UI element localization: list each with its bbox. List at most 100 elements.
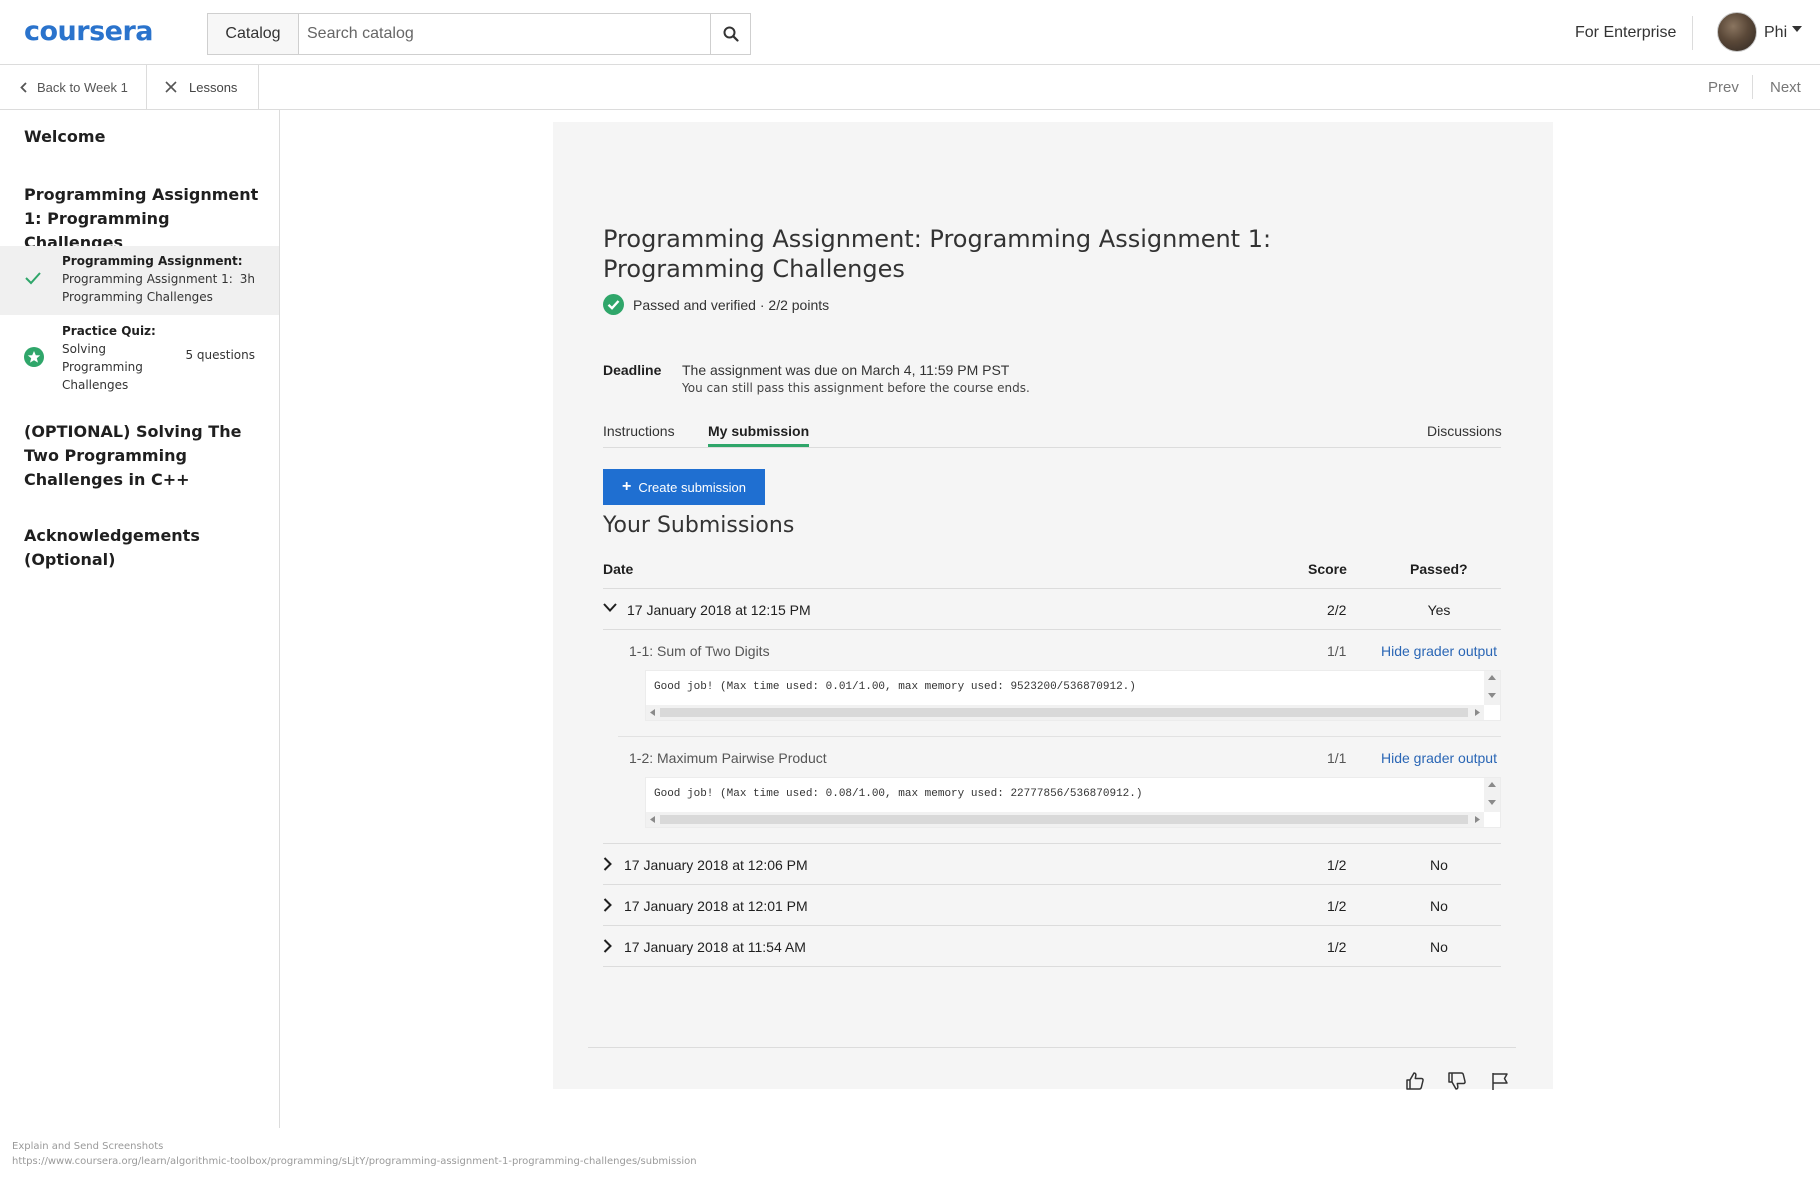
grader-output-box[interactable]: Good job! (Max time used: 0.08/1.00, max…: [645, 777, 1501, 828]
search-button[interactable]: [710, 14, 750, 54]
check-icon: [25, 272, 41, 285]
scroll-up-icon[interactable]: [1488, 675, 1496, 680]
sidebar-item-practice-quiz[interactable]: Practice Quiz: Solving Programming Chall…: [0, 322, 279, 402]
item-duration: 3h: [239, 272, 255, 286]
item-name: Programming Assignment 1:: [62, 272, 233, 286]
prev-next-divider: [1752, 75, 1753, 99]
header-divider: [1692, 16, 1693, 50]
tab-my-submission[interactable]: My submission: [708, 423, 809, 439]
submission-score: 1/2: [1327, 857, 1347, 873]
submission-score: 1/2: [1327, 939, 1347, 955]
table-divider: [603, 843, 1501, 844]
item-type: Practice Quiz:: [62, 324, 156, 338]
create-submission-label: Create submission: [638, 479, 746, 495]
create-submission-button[interactable]: + Create submission: [603, 469, 765, 505]
page-title: Programming Assignment: Programming Assi…: [603, 225, 1272, 283]
part-score: 1/1: [1327, 750, 1347, 766]
prev-link[interactable]: Prev: [1708, 79, 1739, 96]
sidebar-section-acknowledgements[interactable]: Acknowledgements (Optional): [24, 524, 264, 572]
chevron-down-icon[interactable]: [603, 603, 617, 612]
deadline-subtext: You can still pass this assignment befor…: [682, 381, 1030, 395]
scroll-left-icon[interactable]: [650, 816, 655, 823]
plus-icon: +: [622, 478, 632, 495]
submission-score: 1/2: [1327, 898, 1347, 914]
scroll-down-icon[interactable]: [1488, 800, 1496, 805]
close-icon: [165, 81, 177, 93]
part-name: 1-2: Maximum Pairwise Product: [629, 750, 827, 766]
status-text: Passed and verified · 2/2 points: [633, 296, 830, 313]
sidebar-section-welcome[interactable]: Welcome: [24, 125, 264, 149]
item-name: Programming Challenges: [62, 290, 213, 304]
scroll-left-icon[interactable]: [650, 709, 655, 716]
scroll-down-icon[interactable]: [1488, 693, 1496, 698]
horizontal-scrollbar[interactable]: [646, 705, 1484, 720]
chevron-right-icon[interactable]: [603, 857, 612, 871]
star-badge-icon: [24, 347, 44, 367]
search-input[interactable]: [299, 14, 710, 54]
check-circle-icon: [603, 294, 624, 315]
table-divider: [603, 884, 1501, 885]
back-label: Back to Week 1: [37, 79, 128, 95]
scrollbar-thumb[interactable]: [660, 708, 1468, 717]
submission-passed: No: [1430, 898, 1448, 914]
submission-date: 17 January 2018 at 12:15 PM: [627, 602, 811, 618]
lessons-toggle-button[interactable]: Lessons: [147, 65, 259, 109]
scrollbar-thumb[interactable]: [660, 815, 1468, 824]
chevron-left-icon: [20, 81, 27, 93]
catalog-button[interactable]: Catalog: [208, 14, 299, 54]
scroll-right-icon[interactable]: [1475, 816, 1480, 823]
scroll-up-icon[interactable]: [1488, 782, 1496, 787]
sidebar-section-optional-cpp[interactable]: (OPTIONAL) Solving The Two Programming C…: [24, 420, 264, 492]
tab-discussions[interactable]: Discussions: [1427, 423, 1502, 439]
submission-passed: No: [1430, 939, 1448, 955]
sidebar-item-programming-assignment[interactable]: Programming Assignment: Programming Assi…: [0, 246, 279, 315]
chevron-right-icon[interactable]: [603, 898, 612, 912]
table-divider: [603, 588, 1501, 589]
page-url-caption: https://www.coursera.org/learn/algorithm…: [12, 1156, 697, 1167]
caret-down-icon[interactable]: [1792, 26, 1802, 32]
thumbs-down-icon[interactable]: [1447, 1071, 1467, 1091]
screenshot-tool-caption: Explain and Send Screenshots: [12, 1141, 164, 1152]
part-divider: [618, 736, 1501, 737]
grader-output-box[interactable]: Good job! (Max time used: 0.01/1.00, max…: [645, 670, 1501, 721]
for-enterprise-link[interactable]: For Enterprise: [1575, 24, 1676, 42]
grader-output-text: Good job! (Max time used: 0.01/1.00, max…: [654, 681, 1136, 693]
lessons-sidebar: Welcome Programming Assignment 1: Progra…: [0, 110, 280, 1128]
chevron-right-icon[interactable]: [603, 939, 612, 953]
thumbs-up-icon[interactable]: [1405, 1071, 1425, 1091]
submission-date: 17 January 2018 at 11:54 AM: [624, 939, 806, 955]
next-link[interactable]: Next: [1770, 79, 1801, 96]
user-name[interactable]: Phi: [1764, 24, 1787, 42]
flag-icon[interactable]: [1490, 1071, 1510, 1091]
item-name: Challenges: [62, 378, 129, 392]
part-name: 1-1: Sum of Two Digits: [629, 643, 770, 659]
column-header-date: Date: [603, 561, 634, 577]
item-name: Programming: [62, 360, 143, 374]
horizontal-scrollbar[interactable]: [646, 812, 1484, 827]
avatar[interactable]: [1717, 12, 1757, 52]
card-footer-divider: [588, 1047, 1516, 1048]
lessons-label: Lessons: [189, 79, 238, 95]
back-to-week-button[interactable]: Back to Week 1: [0, 65, 147, 109]
top-header: coursera Catalog For Enterprise Phi: [0, 0, 1820, 65]
tab-instructions[interactable]: Instructions: [603, 423, 675, 439]
tabs-divider: [603, 447, 1501, 448]
search-icon: [723, 26, 739, 42]
submission-date: 17 January 2018 at 12:01 PM: [624, 898, 808, 914]
submission-score: 2/2: [1327, 602, 1347, 618]
scroll-right-icon[interactable]: [1475, 709, 1480, 716]
item-question-count: 5 questions: [185, 348, 255, 362]
deadline-text: The assignment was due on March 4, 11:59…: [682, 362, 1010, 378]
submission-passed: Yes: [1427, 602, 1451, 618]
item-name: Solving: [62, 342, 106, 356]
sidebar-section-assignment[interactable]: Programming Assignment 1: Programming Ch…: [24, 183, 264, 255]
hide-grader-output-link[interactable]: Hide grader output: [1381, 643, 1497, 659]
vertical-scrollbar[interactable]: [1484, 778, 1500, 812]
deadline-label: Deadline: [603, 362, 662, 378]
active-tab-indicator: [708, 444, 809, 447]
submissions-heading: Your Submissions: [603, 513, 795, 538]
vertical-scrollbar[interactable]: [1484, 671, 1500, 705]
item-type: Programming Assignment:: [62, 254, 243, 268]
coursera-logo[interactable]: coursera: [24, 16, 154, 47]
hide-grader-output-link[interactable]: Hide grader output: [1381, 750, 1497, 766]
